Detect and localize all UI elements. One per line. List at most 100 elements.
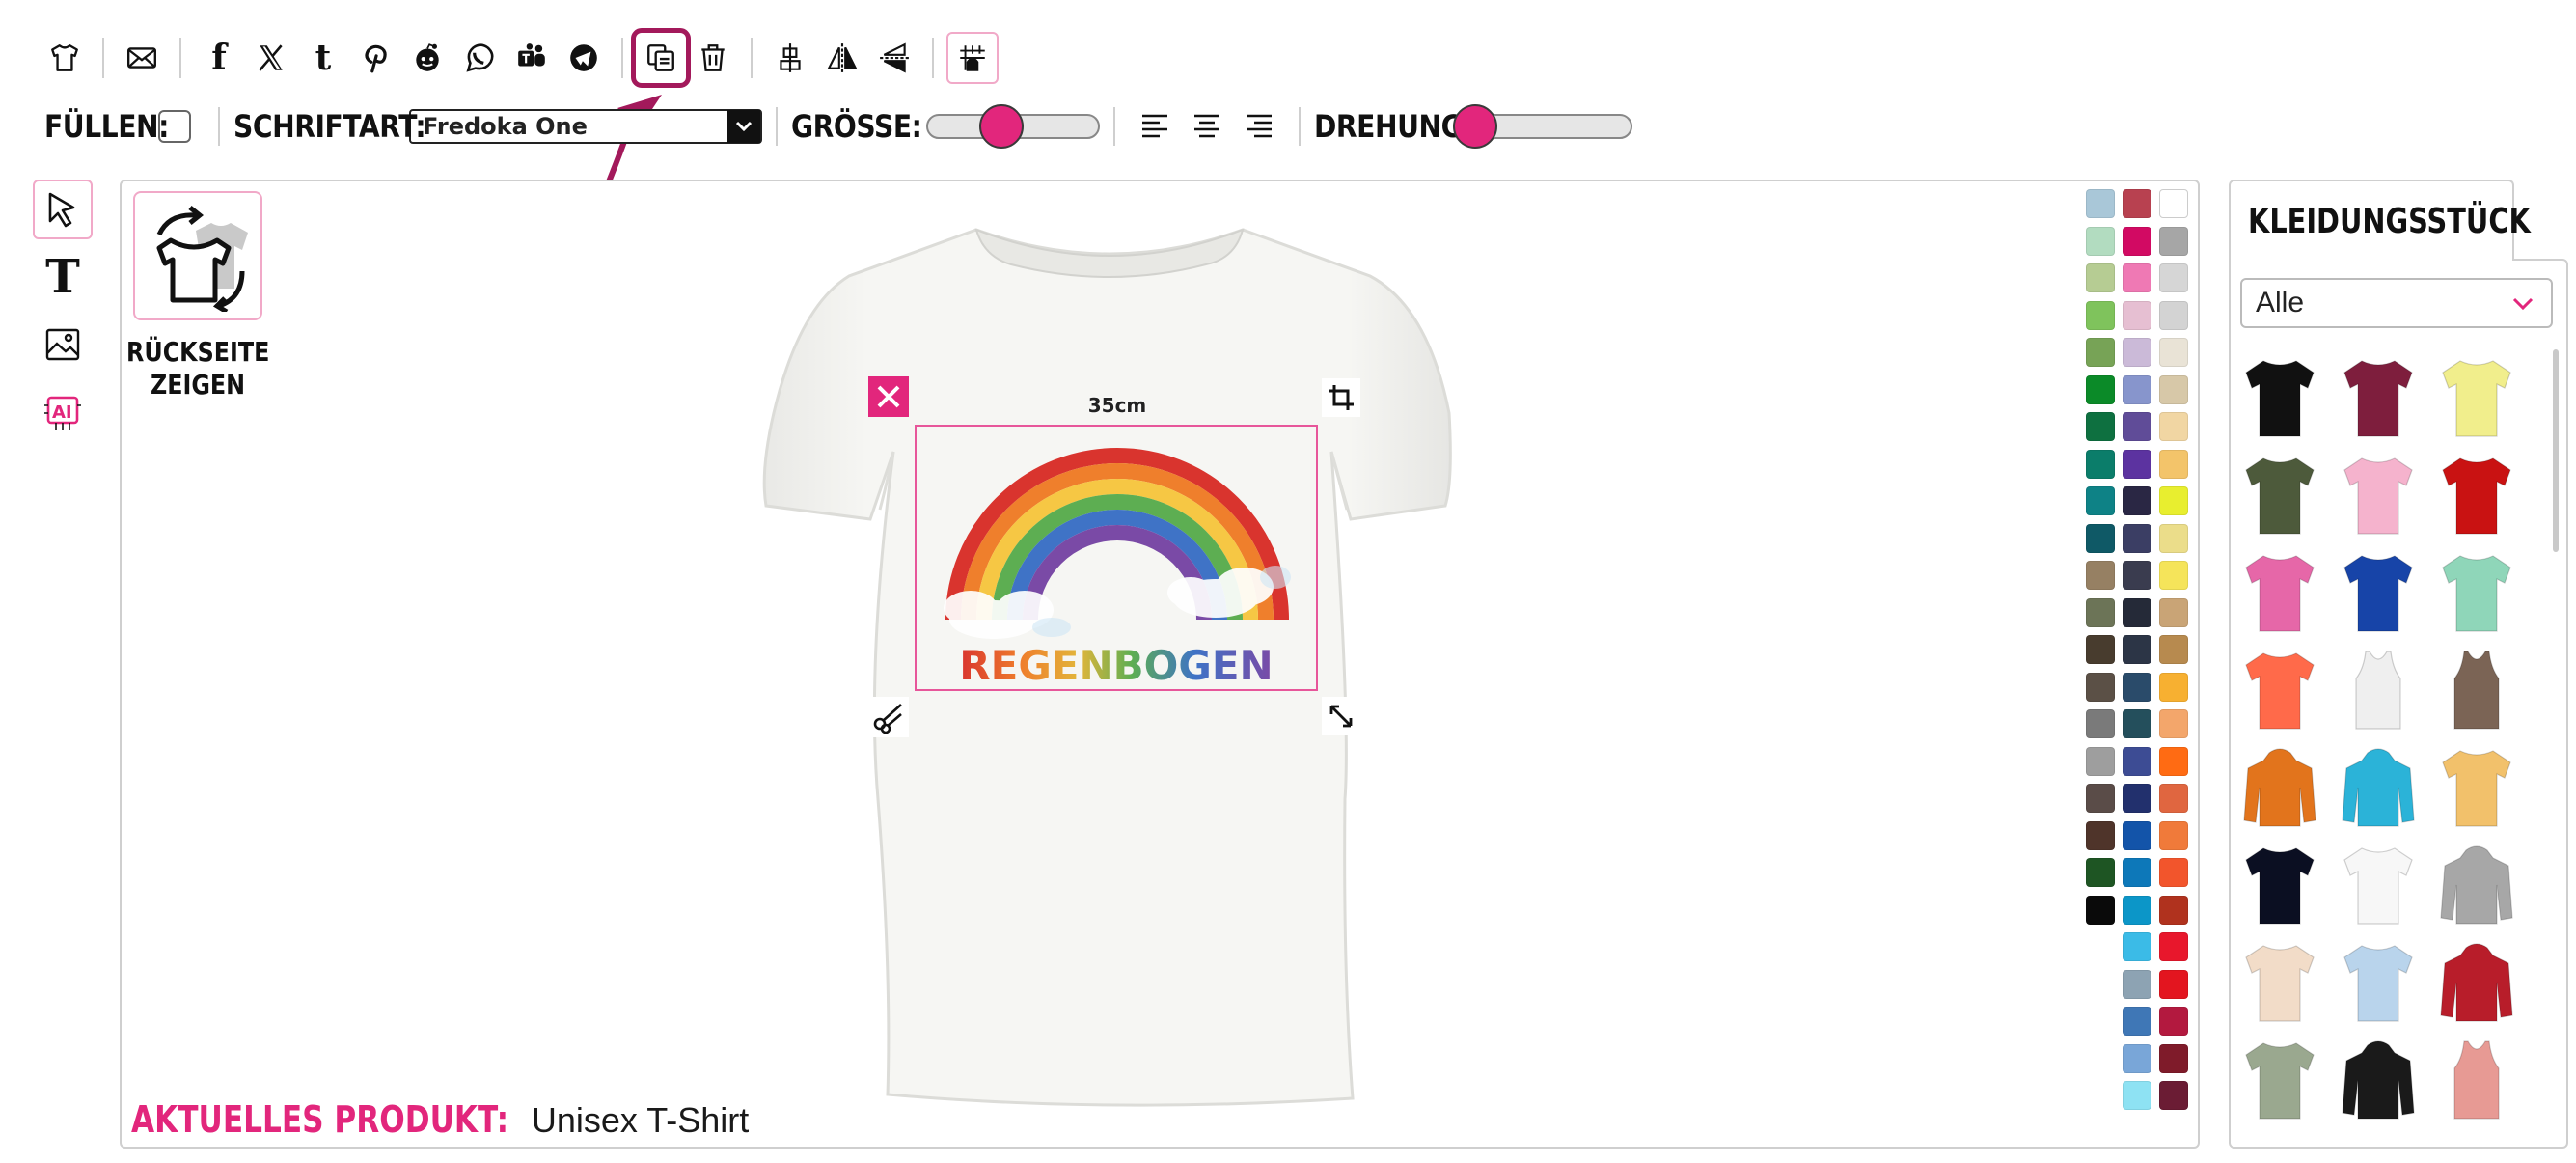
color-swatch[interactable] xyxy=(2123,896,2151,925)
lightblue-tshirt-thumbnail[interactable] xyxy=(2341,938,2416,1025)
color-swatch[interactable] xyxy=(2123,338,2151,367)
color-swatch[interactable] xyxy=(2123,673,2151,702)
royal-tshirt-thumbnail[interactable] xyxy=(2341,548,2416,635)
facebook-icon[interactable]: f xyxy=(194,33,244,83)
resize-handle[interactable] xyxy=(1322,697,1360,735)
color-swatch[interactable] xyxy=(2159,673,2188,702)
image-tool[interactable] xyxy=(33,315,93,374)
rotation-slider[interactable] xyxy=(1453,104,1632,149)
color-swatch[interactable] xyxy=(2086,263,2115,292)
color-swatch[interactable] xyxy=(2159,227,2188,256)
color-swatch[interactable] xyxy=(2123,970,2151,999)
grey-hoodie-thumbnail[interactable] xyxy=(2439,841,2514,928)
color-swatch[interactable] xyxy=(2086,450,2115,479)
align-left-icon[interactable] xyxy=(1133,104,1177,149)
color-swatch[interactable] xyxy=(2159,1044,2188,1073)
whatsapp-icon[interactable] xyxy=(454,33,505,83)
color-swatch[interactable] xyxy=(2159,784,2188,813)
reddit-icon[interactable] xyxy=(402,33,452,83)
show-back-button[interactable] xyxy=(133,191,262,320)
garment-filter-select[interactable]: Alle xyxy=(2240,278,2553,328)
rotation-slider-handle[interactable] xyxy=(1453,104,1497,149)
color-swatch[interactable] xyxy=(2123,932,2151,961)
color-swatch[interactable] xyxy=(2159,635,2188,664)
orange-hoodie-thumbnail[interactable] xyxy=(2242,743,2317,830)
grid-snap-icon[interactable] xyxy=(946,32,999,84)
garment-scrollbar[interactable] xyxy=(2553,349,2559,552)
color-swatch[interactable] xyxy=(2123,486,2151,515)
color-swatch[interactable] xyxy=(2159,821,2188,850)
color-swatch[interactable] xyxy=(2123,412,2151,441)
turquoise-hoodie-thumbnail[interactable] xyxy=(2341,743,2416,830)
select-tool[interactable] xyxy=(33,180,93,239)
color-swatch[interactable] xyxy=(2086,784,2115,813)
text-tool[interactable]: T xyxy=(33,247,93,307)
align-center-icon[interactable] xyxy=(765,33,815,83)
color-swatch[interactable] xyxy=(2159,896,2188,925)
olive-tshirt-thumbnail[interactable] xyxy=(2242,451,2317,538)
color-swatch[interactable] xyxy=(2159,189,2188,218)
color-swatch[interactable] xyxy=(2086,858,2115,887)
maroon-tshirt-thumbnail[interactable] xyxy=(2341,353,2416,440)
color-swatch[interactable] xyxy=(2123,450,2151,479)
color-swatch[interactable] xyxy=(2123,375,2151,404)
coral-tshirt-thumbnail[interactable] xyxy=(2242,646,2317,733)
color-swatch[interactable] xyxy=(2086,821,2115,850)
flip-vertical-icon[interactable] xyxy=(869,33,919,83)
color-swatch[interactable] xyxy=(2159,524,2188,553)
raglan-tshirt-thumbnail[interactable] xyxy=(2341,841,2416,928)
color-swatch[interactable] xyxy=(2159,747,2188,776)
color-swatch[interactable] xyxy=(2159,932,2188,961)
color-swatch[interactable] xyxy=(2159,1081,2188,1110)
tab-garment[interactable]: KLEIDUNGSSTÜCK xyxy=(2229,180,2531,261)
align-center-text-icon[interactable] xyxy=(1185,104,1229,149)
color-swatch[interactable] xyxy=(2159,1007,2188,1036)
color-swatch[interactable] xyxy=(2123,858,2151,887)
mail-icon[interactable] xyxy=(117,33,167,83)
trash-icon[interactable] xyxy=(688,33,738,83)
align-right-icon[interactable] xyxy=(1237,104,1281,149)
color-swatch[interactable] xyxy=(2086,561,2115,590)
color-swatch[interactable] xyxy=(2086,189,2115,218)
color-swatch[interactable] xyxy=(2086,673,2115,702)
color-swatch[interactable] xyxy=(2159,412,2188,441)
color-swatch[interactable] xyxy=(2123,227,2151,256)
delete-element-button[interactable] xyxy=(868,376,909,417)
navy-tshirt-thumbnail[interactable] xyxy=(2242,841,2317,928)
tiedye-tshirt-thumbnail[interactable] xyxy=(2439,743,2514,830)
x-icon[interactable] xyxy=(246,33,296,83)
color-swatch[interactable] xyxy=(2123,635,2151,664)
color-swatch[interactable] xyxy=(2159,486,2188,515)
sage-longsleeve-thumbnail[interactable] xyxy=(2242,1036,2317,1122)
red-tshirt-thumbnail[interactable] xyxy=(2439,451,2514,538)
size-slider-handle[interactable] xyxy=(979,104,1024,149)
color-swatch[interactable] xyxy=(2086,486,2115,515)
telegram-icon[interactable] xyxy=(559,33,609,83)
white-tank-thumbnail[interactable] xyxy=(2341,646,2416,733)
flip-horizontal-icon[interactable] xyxy=(817,33,867,83)
teams-icon[interactable] xyxy=(507,33,557,83)
red-varsity-jacket-thumbnail[interactable] xyxy=(2439,938,2514,1025)
color-swatch[interactable] xyxy=(2086,747,2115,776)
color-swatch[interactable] xyxy=(2086,598,2115,627)
pinterest-icon[interactable] xyxy=(350,33,400,83)
duplicate-icon[interactable] xyxy=(631,28,691,88)
color-swatch[interactable] xyxy=(2086,635,2115,664)
color-swatch[interactable] xyxy=(2123,784,2151,813)
color-swatch[interactable] xyxy=(2086,338,2115,367)
color-swatch[interactable] xyxy=(2159,338,2188,367)
color-swatch[interactable] xyxy=(2123,1081,2151,1110)
color-swatch[interactable] xyxy=(2123,747,2151,776)
color-swatch[interactable] xyxy=(2123,301,2151,330)
color-swatch[interactable] xyxy=(2159,561,2188,590)
yellow-tshirt-thumbnail[interactable] xyxy=(2439,353,2514,440)
color-swatch[interactable] xyxy=(2086,412,2115,441)
color-swatch[interactable] xyxy=(2123,561,2151,590)
tshirt-icon[interactable] xyxy=(40,33,90,83)
mint-tshirt-thumbnail[interactable] xyxy=(2439,548,2514,635)
color-swatch[interactable] xyxy=(2086,375,2115,404)
color-swatch[interactable] xyxy=(2123,598,2151,627)
color-swatch[interactable] xyxy=(2086,709,2115,738)
color-swatch[interactable] xyxy=(2159,301,2188,330)
font-select[interactable]: Fredoka One xyxy=(409,109,762,144)
